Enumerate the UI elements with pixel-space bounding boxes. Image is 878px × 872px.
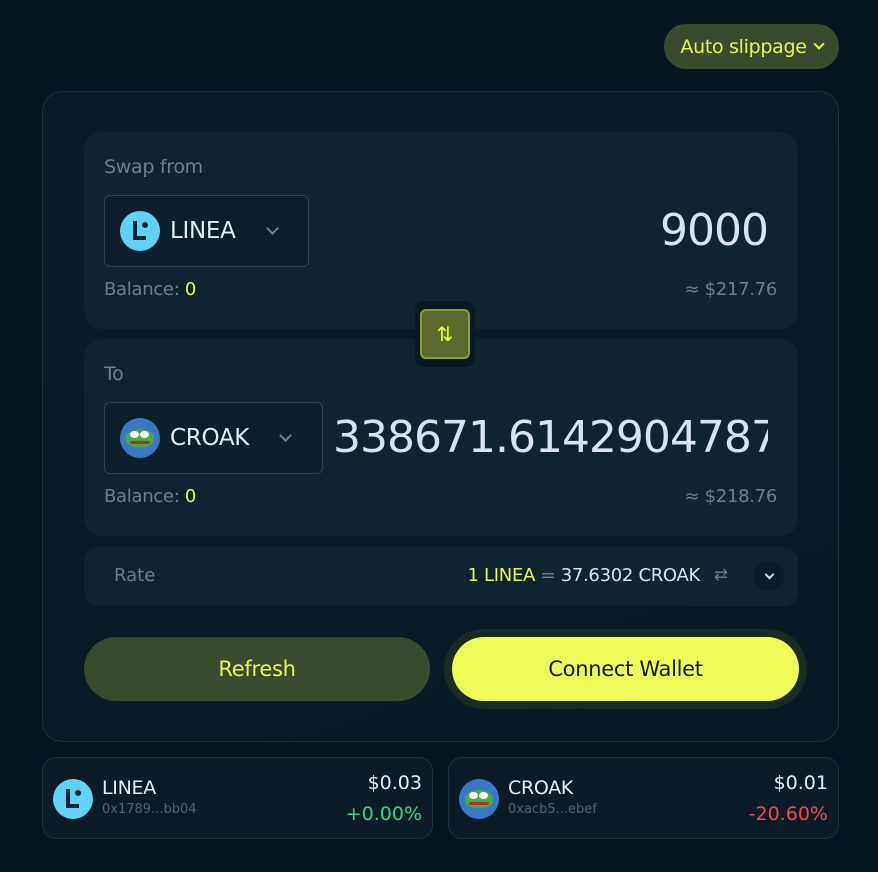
token-card-address: 0xacb5...ebef — [508, 802, 597, 817]
croak-logo-icon — [120, 418, 160, 458]
from-balance-label: Balance: — [104, 279, 180, 300]
token-card-price: $0.01 — [773, 772, 828, 794]
from-amount-input[interactable]: 9000 — [660, 199, 769, 263]
rate-expand-button[interactable] — [754, 561, 784, 591]
to-token-select[interactable]: CROAK — [104, 402, 323, 474]
invert-rate-icon[interactable]: ⇄ — [714, 565, 728, 585]
auto-slippage-dropdown[interactable]: Auto slippage — [664, 24, 839, 69]
from-usd-value: ≈ $217.76 — [684, 279, 777, 300]
chevron-down-icon — [764, 569, 774, 579]
flip-button-wrapper: ⇅ — [415, 301, 475, 367]
from-balance: Balance: 0 — [104, 279, 196, 300]
swap-to-panel: To CROAK 338671.61429047873 Balance: 0 ≈… — [84, 339, 798, 536]
to-token-name: CROAK — [170, 425, 250, 451]
to-balance-value: 0 — [184, 486, 197, 507]
connect-wallet-wrapper: Connect Wallet — [444, 629, 807, 709]
refresh-button[interactable]: Refresh — [84, 637, 430, 701]
to-balance: Balance: 0 — [104, 486, 196, 507]
token-card-name: LINEA — [102, 777, 156, 799]
swap-to-label: To — [104, 363, 124, 385]
croak-logo-icon — [459, 779, 499, 819]
swap-card: Swap from LINEA 9000 Balance: 0 ≈ $217.7… — [42, 91, 839, 742]
linea-logo-icon — [53, 779, 93, 819]
token-card-name: CROAK — [508, 777, 574, 799]
rate-base: 1 LINEA — [467, 565, 536, 586]
to-amount-input[interactable]: 338671.61429047873 — [333, 406, 768, 470]
token-card-croak[interactable]: CROAK 0xacb5...ebef $0.01 -20.60% — [448, 757, 839, 839]
chevron-down-icon — [812, 38, 825, 50]
token-card-change: -20.60% — [748, 803, 828, 825]
rate-label: Rate — [114, 565, 156, 586]
rate-row: Rate 1 LINEA = 37.6302 CROAK ⇄ — [84, 547, 798, 606]
token-card-linea[interactable]: LINEA 0x1789...bb04 $0.03 +0.00% — [42, 757, 433, 839]
swap-direction-button[interactable]: ⇅ — [420, 309, 470, 359]
rate-equals: = — [540, 565, 556, 586]
swap-from-label: Swap from — [104, 156, 203, 178]
swap-from-panel: Swap from LINEA 9000 Balance: 0 ≈ $217.7… — [84, 132, 798, 329]
token-card-address: 0x1789...bb04 — [102, 802, 197, 817]
swap-arrows-icon: ⇅ — [436, 322, 454, 346]
to-usd-value: ≈ $218.76 — [684, 486, 777, 507]
from-balance-value: 0 — [184, 279, 197, 300]
from-token-name: LINEA — [170, 218, 236, 244]
chevron-down-icon — [265, 222, 279, 235]
from-token-select[interactable]: LINEA — [104, 195, 309, 267]
linea-logo-icon — [120, 211, 160, 251]
token-card-price: $0.03 — [367, 772, 422, 794]
rate-quote: 37.6302 CROAK — [560, 565, 701, 586]
auto-slippage-label: Auto slippage — [680, 35, 807, 58]
chevron-down-icon — [279, 429, 292, 442]
token-card-change: +0.00% — [345, 803, 422, 825]
rate-value: 1 LINEA = 37.6302 CROAK — [467, 565, 700, 586]
to-balance-label: Balance: — [104, 486, 180, 507]
connect-wallet-button[interactable]: Connect Wallet — [452, 637, 799, 701]
